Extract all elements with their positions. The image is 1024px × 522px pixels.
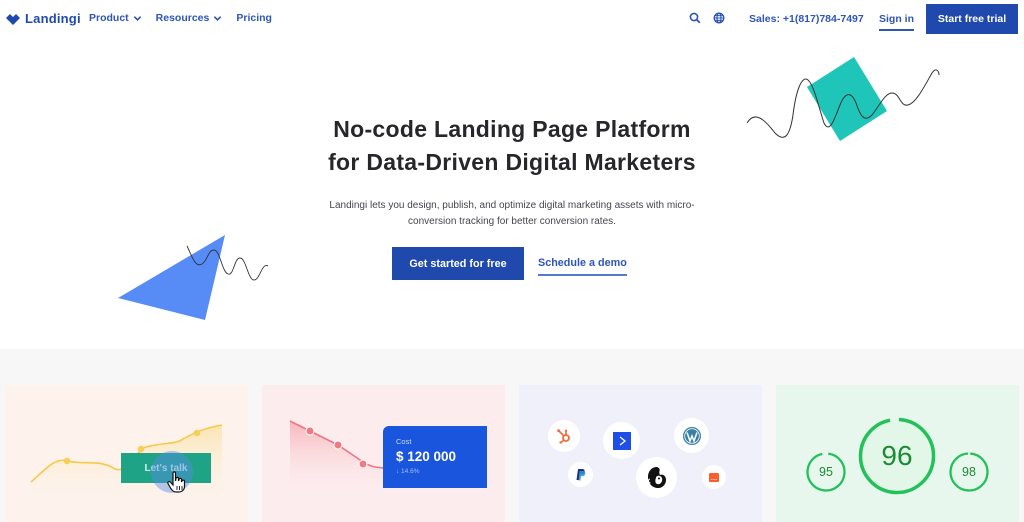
sign-in-link[interactable]: Sign in bbox=[879, 13, 914, 31]
feature-card-cost[interactable]: Cost $ 120 000 ↓ 14.6% bbox=[262, 385, 505, 522]
chart-point bbox=[305, 426, 315, 436]
score-gauge-center: 96 bbox=[858, 417, 936, 495]
mailchimp-icon bbox=[647, 466, 666, 488]
hero-title-line2: for Data-Driven Digital Marketers bbox=[328, 149, 696, 175]
hero-title: No-code Landing Page Platform for Data-D… bbox=[0, 113, 1024, 179]
nav-item-product[interactable]: Product bbox=[89, 12, 142, 24]
pointer-hand-icon bbox=[167, 471, 186, 493]
brand-name: Landingi bbox=[25, 11, 81, 26]
paypal-icon bbox=[576, 468, 585, 480]
score-gauge-left: 95 bbox=[806, 452, 846, 492]
title-bold-text: Landing Page Platform bbox=[434, 116, 691, 142]
chart-point bbox=[137, 445, 145, 453]
schedule-demo-link[interactable]: Schedule a demo bbox=[538, 257, 627, 276]
subtitle-line: conversion tracking for better conversio… bbox=[408, 216, 616, 227]
main-menu: Product Resources Pricing bbox=[89, 12, 272, 24]
title-light-text: No-code bbox=[333, 116, 434, 142]
activecampaign-icon bbox=[612, 431, 631, 450]
nav-item-label: Product bbox=[89, 12, 129, 24]
integration-wordpress bbox=[674, 418, 709, 453]
title-light-text: for Data-Driven bbox=[328, 149, 506, 175]
hero-subtitle: Landingi lets you design, publish, and o… bbox=[0, 198, 1024, 230]
chart-area bbox=[290, 421, 386, 497]
wordpress-icon bbox=[682, 426, 701, 445]
get-started-button[interactable]: Get started for free bbox=[392, 247, 524, 280]
brand-logo[interactable]: Landingi bbox=[6, 11, 81, 26]
blue-triangle-shape bbox=[118, 235, 225, 320]
integration-paypal bbox=[568, 462, 593, 487]
chart-point bbox=[358, 459, 368, 469]
score-value: 96 bbox=[881, 440, 913, 471]
score-value: 98 bbox=[962, 465, 976, 479]
title-bold-text: Digital Marketers bbox=[505, 149, 696, 175]
feature-card-performance[interactable]: 95 96 98 bbox=[776, 385, 1019, 522]
chart-point bbox=[63, 457, 71, 465]
hero-title-line1: No-code Landing Page Platform bbox=[333, 116, 691, 142]
subtitle-line: Landingi lets you design, publish, and o… bbox=[329, 200, 695, 211]
nav-item-pricing[interactable]: Pricing bbox=[236, 12, 272, 24]
cost-value: $ 120 000 bbox=[396, 449, 457, 464]
chart-point bbox=[333, 440, 343, 450]
score-value: 95 bbox=[819, 465, 833, 479]
integration-hubspot bbox=[548, 420, 580, 452]
nav-item-label: Resources bbox=[155, 12, 210, 24]
cost-label: Cost bbox=[396, 437, 412, 446]
sales-phone-link[interactable]: Sales: +1(817)784-7497 bbox=[749, 13, 864, 25]
nav-item-label: Pricing bbox=[236, 12, 272, 24]
start-free-trial-button[interactable]: Start free trial bbox=[926, 4, 1018, 34]
nav-item-resources[interactable]: Resources bbox=[156, 12, 223, 24]
score-gauge-right: 98 bbox=[949, 452, 989, 492]
chevron-down-icon bbox=[214, 15, 222, 21]
feature-card-integrations[interactable] bbox=[519, 385, 762, 522]
search-icon[interactable] bbox=[689, 12, 701, 24]
decor-blue-triangle-wave bbox=[118, 235, 269, 320]
chart-point bbox=[193, 429, 201, 437]
top-navigation: Landingi Product Resources Pricing Sales… bbox=[0, 0, 1024, 38]
logo-mark-icon bbox=[6, 13, 20, 25]
integration-activecampaign bbox=[603, 422, 640, 459]
hubspot-icon bbox=[557, 429, 570, 444]
globe-icon[interactable] bbox=[713, 12, 725, 24]
integration-other-app bbox=[702, 465, 726, 489]
chevron-down-icon bbox=[133, 15, 141, 21]
feature-card-conversion[interactable]: Let's talk bbox=[5, 385, 248, 522]
cost-change: ↓ 14.6% bbox=[396, 468, 420, 475]
other-app-icon bbox=[709, 472, 719, 482]
integration-mailchimp bbox=[636, 457, 677, 498]
cost-metric-card: Cost $ 120 000 ↓ 14.6% bbox=[383, 426, 487, 488]
